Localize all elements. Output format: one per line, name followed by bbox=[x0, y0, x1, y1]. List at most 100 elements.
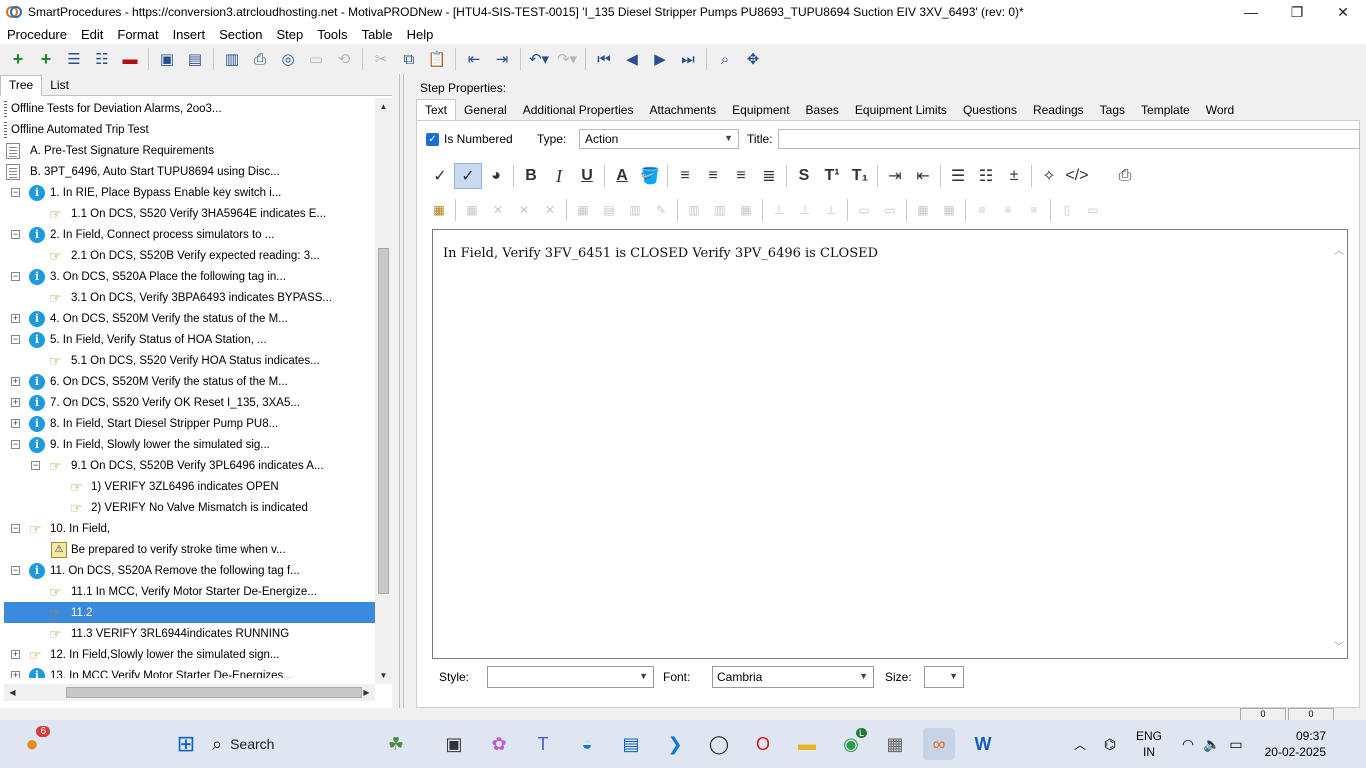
bold-button[interactable]: B bbox=[517, 163, 545, 189]
tab-equipment-limits[interactable]: Equipment Limits bbox=[847, 100, 955, 120]
close-button[interactable]: ✕ bbox=[1320, 0, 1366, 24]
table-icon[interactable]: ≡ bbox=[995, 199, 1021, 221]
table-icon[interactable]: ▥ bbox=[681, 199, 707, 221]
horizontal-rule-icon[interactable]: ± bbox=[1000, 163, 1028, 189]
cut-icon[interactable]: ✂ bbox=[367, 46, 395, 72]
maximize-button[interactable]: ❐ bbox=[1274, 0, 1320, 24]
tab-readings[interactable]: Readings bbox=[1025, 100, 1092, 120]
tree-row[interactable]: Offline Tests for Deviation Alarms, 2oo3… bbox=[4, 98, 375, 119]
justify-icon[interactable]: ≣ bbox=[755, 163, 783, 189]
save-icon[interactable]: ▤ bbox=[181, 46, 209, 72]
tree-horizontal-scrollbar[interactable]: ◀ ▶ bbox=[4, 684, 375, 701]
copilot-icon[interactable]: ✿ bbox=[483, 728, 515, 760]
tree-row[interactable]: ☞ 5.1 On DCS, S520 Verify HOA Status indi… bbox=[4, 350, 375, 371]
tree-row[interactable]: − i 2. In Field, Connect process simulator… bbox=[4, 224, 375, 245]
add-child-icon[interactable]: + bbox=[32, 46, 60, 72]
table-icon[interactable]: ▭ bbox=[1080, 199, 1106, 221]
magic-wand-icon[interactable]: ✧ bbox=[1035, 163, 1063, 189]
tab-equipment[interactable]: Equipment bbox=[724, 100, 797, 120]
minimize-button[interactable]: — bbox=[1228, 0, 1274, 24]
collapse-icon[interactable]: − bbox=[11, 230, 20, 239]
underline-button[interactable]: U bbox=[573, 163, 601, 189]
weather-icon[interactable]: ● 6 bbox=[16, 726, 50, 760]
tab-template[interactable]: Template bbox=[1133, 100, 1198, 120]
tab-list[interactable]: List bbox=[42, 76, 77, 95]
menu-help[interactable]: Help bbox=[400, 27, 441, 42]
tree-row[interactable]: + i 4. On DCS, S520M Verify the status of … bbox=[4, 308, 375, 329]
tree-row[interactable]: − i 5. In Field, Verify Status of HOA Stat… bbox=[4, 329, 375, 350]
expand-icon[interactable]: + bbox=[11, 419, 20, 428]
tab-attachments[interactable]: Attachments bbox=[641, 100, 724, 120]
last-icon[interactable]: ⏭ bbox=[674, 46, 702, 72]
expand-icon[interactable]: + bbox=[11, 398, 20, 407]
step-text[interactable]: In Field, Verify 3FV_6451 is CLOSED Veri… bbox=[443, 246, 878, 261]
tree-row[interactable]: ⚠ Be prepared to verify stroke time when … bbox=[4, 539, 375, 560]
tree-row[interactable]: − i 9. In Field, Slowly lower the simulate… bbox=[4, 434, 375, 455]
add-icon[interactable]: + bbox=[4, 46, 32, 72]
chrome-icon[interactable]: ◉ L bbox=[835, 728, 867, 760]
table-icon[interactable]: ▦ bbox=[910, 199, 936, 221]
indent-icon[interactable]: ⇥ bbox=[881, 163, 909, 189]
scroll-thumb[interactable] bbox=[378, 248, 389, 594]
scroll-down-icon[interactable]: ▼ bbox=[375, 667, 392, 684]
font-color-button[interactable]: A bbox=[608, 163, 636, 189]
table-icon[interactable]: ▤ bbox=[596, 199, 622, 221]
table-icon[interactable]: ≡ bbox=[969, 199, 995, 221]
editor-scrollbar[interactable]: ︿ ﹀ bbox=[1331, 230, 1347, 658]
tree-row[interactable]: ☞ 11.2 bbox=[4, 602, 375, 623]
style-select[interactable]: ▼ bbox=[487, 666, 654, 688]
undo-icon[interactable]: ↶▾ bbox=[525, 46, 553, 72]
smartprocedures-icon[interactable]: ∞ bbox=[923, 728, 955, 760]
subscript-button[interactable]: T₁ bbox=[846, 163, 874, 189]
scroll-left-icon[interactable]: ◀ bbox=[4, 684, 21, 701]
sync-icon[interactable]: ◎ bbox=[274, 46, 302, 72]
tree-row[interactable]: − i 11. On DCS, S520A Remove the following… bbox=[4, 560, 375, 581]
battery-icon[interactable]: ▭ bbox=[1220, 728, 1252, 760]
table-icon[interactable]: ▥ bbox=[707, 199, 733, 221]
task-view-icon[interactable]: ▣ bbox=[438, 728, 470, 760]
strikethrough-button[interactable]: S bbox=[790, 163, 818, 189]
tree-row[interactable]: Offline Automated Trip Test bbox=[4, 119, 375, 140]
dell-icon[interactable]: ◯ bbox=[703, 728, 735, 760]
table-icon[interactable]: ✕ bbox=[537, 199, 563, 221]
tree-vertical-scrollbar[interactable]: ▲ ▼ bbox=[375, 98, 392, 684]
scroll-up-icon[interactable]: ▲ bbox=[375, 98, 392, 115]
align-center-icon[interactable]: ≡ bbox=[699, 163, 727, 189]
collapse-icon[interactable]: − bbox=[11, 440, 20, 449]
table-icon[interactable]: ✕ bbox=[485, 199, 511, 221]
remove-icon[interactable]: ▬ bbox=[116, 46, 144, 72]
tab-bases[interactable]: Bases bbox=[798, 100, 847, 120]
first-icon[interactable]: ⏮ bbox=[590, 46, 618, 72]
html-code-button[interactable]: </> bbox=[1063, 163, 1091, 189]
expand-icon[interactable]: + bbox=[11, 377, 20, 386]
menu-edit[interactable]: Edit bbox=[74, 27, 110, 42]
taskbar-search[interactable]: ⌕ Search bbox=[212, 728, 372, 760]
tab-additional-properties[interactable]: Additional Properties bbox=[515, 100, 642, 120]
print-icon[interactable]: ⎙ bbox=[246, 46, 274, 72]
table-icon[interactable]: ▦ bbox=[733, 199, 759, 221]
chevron-up-icon[interactable]: ︿ bbox=[1064, 728, 1096, 760]
collapse-icon[interactable]: − bbox=[11, 188, 20, 197]
menu-insert[interactable]: Insert bbox=[166, 27, 213, 42]
copy-icon[interactable]: ⧉ bbox=[395, 46, 423, 72]
indent-icon[interactable]: ⇥ bbox=[488, 46, 516, 72]
tree-row[interactable]: ☞ 1) VERIFY 3ZL6496 indicates OPEN bbox=[4, 476, 375, 497]
tab-tree[interactable]: Tree bbox=[0, 75, 43, 96]
tree-row[interactable]: ☞ 11.1 In MCC, Verify Motor Starter De-En… bbox=[4, 581, 375, 602]
refresh-icon[interactable]: ⟲ bbox=[330, 46, 358, 72]
title-input[interactable] bbox=[778, 129, 1360, 149]
start-icon[interactable]: ⊞ bbox=[170, 728, 202, 760]
bullet-list-icon[interactable]: ☰ bbox=[944, 163, 972, 189]
panel-splitter[interactable] bbox=[399, 74, 404, 708]
clock[interactable]: 09:37 20-02-2025 bbox=[1265, 728, 1326, 760]
tab-text[interactable]: Text bbox=[416, 99, 457, 120]
autospell-icon[interactable]: ✓ bbox=[454, 163, 482, 189]
expand-icon[interactable]: + bbox=[11, 314, 20, 323]
tree-row[interactable]: + i 13. In MCC,Verify Motor Starter De-Ene… bbox=[4, 665, 375, 678]
menu-tools[interactable]: Tools bbox=[310, 27, 354, 42]
tab-word[interactable]: Word bbox=[1198, 100, 1242, 120]
align-left-icon[interactable]: ≡ bbox=[671, 163, 699, 189]
tree-row[interactable]: ☞ 2.1 On DCS, S520B Verify expected readi… bbox=[4, 245, 375, 266]
menu-section[interactable]: Section bbox=[212, 27, 269, 42]
menu-format[interactable]: Format bbox=[110, 27, 165, 42]
